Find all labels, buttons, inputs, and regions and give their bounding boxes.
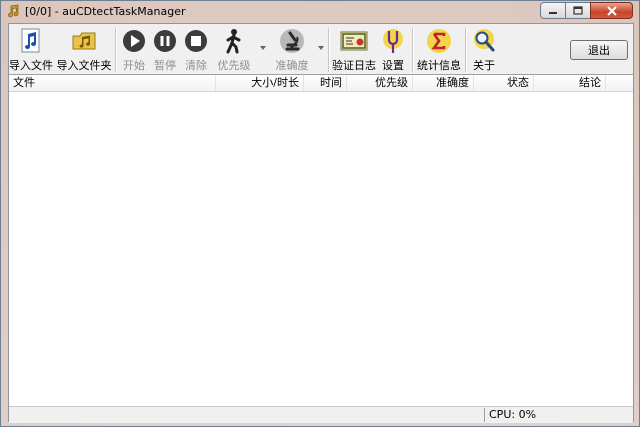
toolbar-separator (465, 28, 467, 72)
close-icon (606, 5, 617, 16)
music-folder-icon (70, 27, 98, 55)
cpu-usage: CPU: 0% (489, 408, 537, 421)
import-folder-label: 导入文件夹 (56, 59, 112, 72)
column-header-accuracy[interactable]: 准确度 (413, 75, 474, 91)
magnifier-icon (470, 27, 498, 55)
verify-log-label: 验证日志 (332, 59, 376, 72)
microscope-icon (278, 27, 306, 55)
pause-label: 暂停 (154, 59, 176, 72)
toolbar-separator (328, 28, 330, 72)
pause-button[interactable]: 暂停 (150, 27, 180, 73)
pause-icon (151, 27, 179, 55)
maximize-button[interactable] (565, 2, 591, 19)
settings-button[interactable]: 设置 (379, 27, 407, 73)
import-folder-button[interactable]: 导入文件夹 (56, 27, 112, 73)
statistics-label: 统计信息 (417, 59, 461, 72)
task-list[interactable]: 文件 大小/时长 时间 优先级 准确度 状态 结论 (9, 74, 633, 406)
priority-button[interactable]: 优先级 (215, 27, 253, 73)
client-area: 导入文件 导入文件夹 开始 暂停 清除 优先级 准确度 验证日志 设置 统计信息… (8, 23, 634, 423)
settings-label: 设置 (382, 59, 404, 72)
stop-icon (182, 27, 210, 55)
status-bar: CPU: 0% (9, 406, 633, 423)
tuning-fork-icon (379, 27, 407, 55)
sigma-icon (425, 27, 453, 55)
start-button[interactable]: 开始 (119, 27, 149, 73)
priority-dropdown-arrow-icon[interactable] (260, 46, 266, 50)
music-file-icon (17, 27, 45, 55)
column-header-file[interactable]: 文件 (9, 75, 216, 91)
import-file-label: 导入文件 (9, 59, 53, 72)
maximize-icon (573, 6, 583, 15)
close-button[interactable] (590, 2, 633, 19)
column-header-size-duration[interactable]: 大小/时长 (216, 75, 304, 91)
column-header-time[interactable]: 时间 (304, 75, 347, 91)
minimize-button[interactable] (540, 2, 566, 19)
verify-log-button[interactable]: 验证日志 (332, 27, 376, 73)
accuracy-dropdown-arrow-icon[interactable] (318, 46, 324, 50)
log-certificate-icon (340, 27, 368, 55)
import-file-button[interactable]: 导入文件 (9, 27, 53, 73)
window-title: [0/0] - auCDtectTaskManager (25, 5, 186, 18)
list-header: 文件 大小/时长 时间 优先级 准确度 状态 结论 (9, 75, 633, 92)
toolbar: 导入文件 导入文件夹 开始 暂停 清除 优先级 准确度 验证日志 设置 统计信息… (9, 24, 633, 74)
clear-button[interactable]: 清除 (181, 27, 211, 73)
title-bar[interactable]: [0/0] - auCDtectTaskManager (1, 1, 639, 22)
exit-button[interactable]: 退出 (570, 40, 628, 60)
play-icon (120, 27, 148, 55)
status-pane-message (9, 408, 485, 422)
column-header-status[interactable]: 状态 (474, 75, 534, 91)
accuracy-label: 准确度 (275, 59, 309, 72)
accuracy-button[interactable]: 准确度 (273, 27, 311, 73)
toolbar-separator (115, 28, 117, 72)
priority-label: 优先级 (217, 59, 251, 72)
app-window: [0/0] - auCDtectTaskManager 导入文件 导入文件夹 开… (0, 0, 640, 427)
toolbar-separator (412, 28, 414, 72)
statistics-button[interactable]: 统计信息 (417, 27, 461, 73)
walking-person-icon (220, 27, 248, 55)
app-icon (8, 4, 19, 18)
clear-label: 清除 (185, 59, 207, 72)
about-label: 关于 (473, 59, 495, 72)
minimize-icon (549, 11, 557, 14)
caption-buttons (540, 2, 633, 20)
column-header-conclusion[interactable]: 结论 (534, 75, 606, 91)
column-header-priority[interactable]: 优先级 (347, 75, 413, 91)
start-label: 开始 (123, 59, 145, 72)
about-button[interactable]: 关于 (470, 27, 498, 73)
